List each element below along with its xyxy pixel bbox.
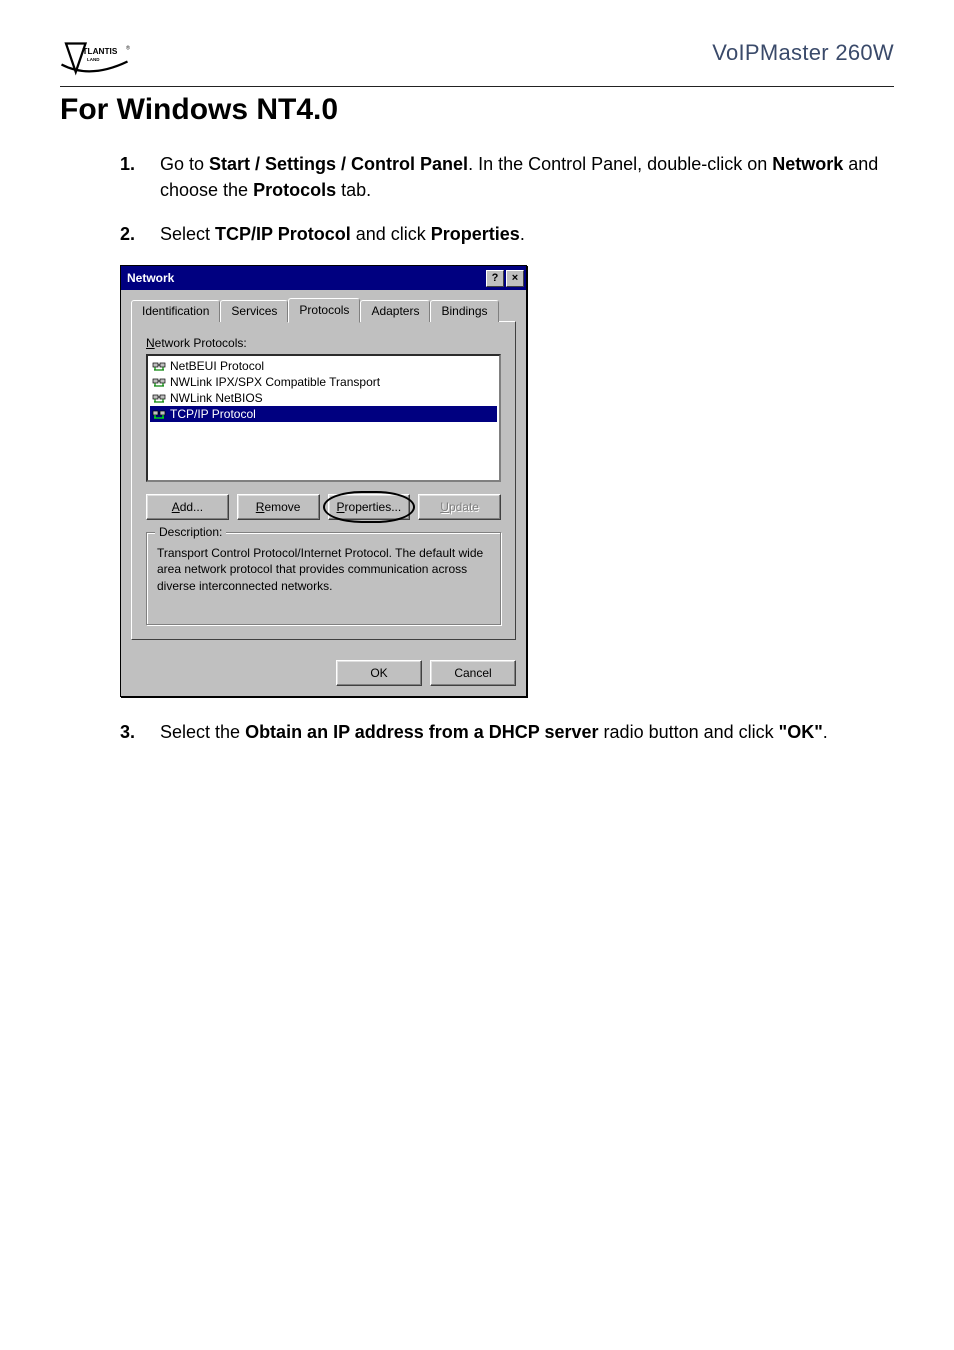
step3-bold1: Obtain an IP address from a DHCP server xyxy=(245,722,598,742)
protocols-listbox[interactable]: NetBEUI Protocol NWLink IPX/SPX Compatib… xyxy=(146,354,501,482)
logo-text-top: TLANTIS xyxy=(83,47,118,56)
step1-bold3: Protocols xyxy=(253,180,336,200)
description-text: Transport Control Protocol/Internet Prot… xyxy=(157,545,490,594)
step2-text: Select xyxy=(160,224,215,244)
ok-button[interactable]: OK xyxy=(336,660,422,686)
step2-bold2: Properties xyxy=(431,224,520,244)
list-item[interactable]: NetBEUI Protocol xyxy=(150,358,497,374)
description-groupbox: Description: Transport Control Protocol/… xyxy=(146,532,501,625)
step1-bold2: Network xyxy=(772,154,843,174)
step2-text2: and click xyxy=(351,224,431,244)
list-item[interactable]: NWLink IPX/SPX Compatible Transport xyxy=(150,374,497,390)
remove-button[interactable]: Remove xyxy=(237,494,320,520)
protocol-icon xyxy=(152,391,166,405)
tab-bindings[interactable]: Bindings xyxy=(430,300,498,322)
step-1: Go to Start / Settings / Control Panel. … xyxy=(120,151,894,203)
step2-text3: . xyxy=(520,224,525,244)
list-item-selected[interactable]: TCP/IP Protocol xyxy=(150,406,497,422)
product-label: VoIPMaster 260W xyxy=(712,40,894,66)
list-item-label: NetBEUI Protocol xyxy=(170,359,264,373)
dialog-title: Network xyxy=(127,271,174,285)
step1-text2: . In the Control Panel, double-click on xyxy=(468,154,772,174)
protocol-icon xyxy=(152,359,166,373)
protocol-icon xyxy=(152,407,166,421)
divider xyxy=(60,86,894,87)
tab-adapters[interactable]: Adapters xyxy=(360,300,430,322)
list-item-label: NWLink IPX/SPX Compatible Transport xyxy=(170,375,380,389)
logo-reg: ® xyxy=(126,45,130,52)
step1-bold1: Start / Settings / Control Panel xyxy=(209,154,468,174)
step1-text: Go to xyxy=(160,154,209,174)
list-item-label: TCP/IP Protocol xyxy=(170,407,256,421)
properties-button[interactable]: Properties... xyxy=(328,494,411,520)
step2-bold1: TCP/IP Protocol xyxy=(215,224,351,244)
step3-bold2: "OK" xyxy=(779,722,823,742)
tabs-row: Identification Services Protocols Adapte… xyxy=(131,298,516,322)
protocols-panel: Network Protocols: NetBEUI Protocol NWLi… xyxy=(131,321,516,640)
step3-text2: radio button and click xyxy=(599,722,779,742)
cancel-button[interactable]: Cancel xyxy=(430,660,516,686)
list-item[interactable]: NWLink NetBIOS xyxy=(150,390,497,406)
page-title: For Windows NT4.0 xyxy=(60,93,894,127)
close-button[interactable]: × xyxy=(506,270,524,287)
step3-text: Select the xyxy=(160,722,245,742)
step1-text4: tab. xyxy=(336,180,371,200)
title-bar[interactable]: Network ? × xyxy=(121,266,526,290)
tab-protocols[interactable]: Protocols xyxy=(288,298,360,323)
list-label: Network Protocols: xyxy=(146,336,501,350)
add-button[interactable]: Add... xyxy=(146,494,229,520)
tab-services[interactable]: Services xyxy=(220,300,288,322)
step-3: Select the Obtain an IP address from a D… xyxy=(120,719,894,745)
step3-text3: . xyxy=(823,722,828,742)
step-2: Select TCP/IP Protocol and click Propert… xyxy=(120,221,894,247)
network-dialog: Network ? × Identification Services Prot… xyxy=(120,265,527,697)
logo-text-bottom: LAND xyxy=(87,57,100,62)
protocol-icon xyxy=(152,375,166,389)
tab-identification[interactable]: Identification xyxy=(131,300,220,322)
update-button: Update xyxy=(418,494,501,520)
help-button[interactable]: ? xyxy=(486,270,504,287)
list-item-label: NWLink NetBIOS xyxy=(170,391,263,405)
description-title: Description: xyxy=(155,525,226,539)
atlantis-logo: TLANTIS ® LAND xyxy=(60,40,150,80)
